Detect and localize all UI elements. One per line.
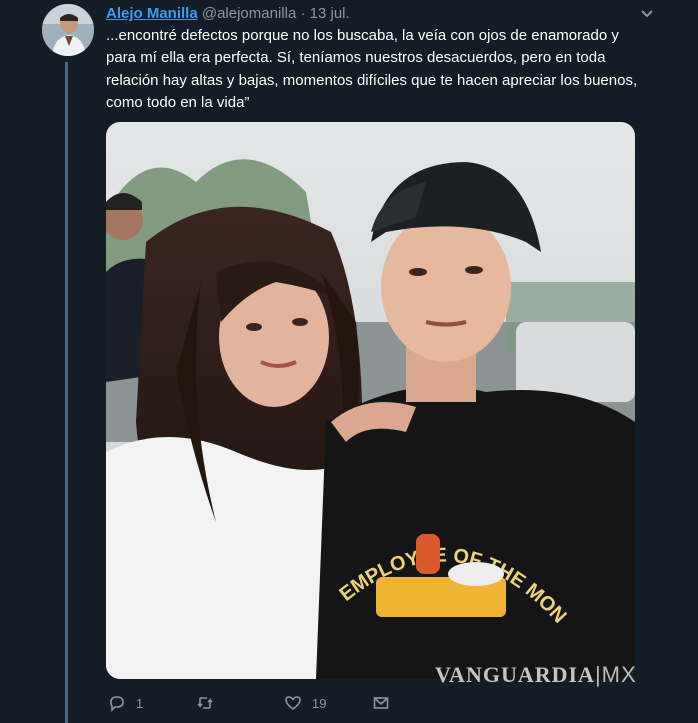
separator: · xyxy=(300,5,306,22)
chevron-down-icon[interactable] xyxy=(638,5,656,23)
watermark-suffix: MX xyxy=(601,662,637,687)
like-icon xyxy=(285,696,301,710)
tweet-photo[interactable]: EMPLOYEE OF THE MONTH xyxy=(106,122,635,679)
tweet-header: Alejo Manilla @alejomanilla · 13 jul. xyxy=(106,5,658,23)
author-name[interactable]: Alejo Manilla xyxy=(106,5,198,22)
retweet-icon xyxy=(197,697,213,709)
watermark: VANGUARDIA|MX xyxy=(435,662,637,687)
dm-button[interactable] xyxy=(372,694,390,712)
reply-button[interactable]: 1 xyxy=(108,694,143,712)
retweet-button[interactable] xyxy=(196,694,224,712)
dm-icon xyxy=(373,697,389,709)
thread-line xyxy=(65,62,68,723)
like-button[interactable]: 19 xyxy=(284,694,326,712)
tweet-text: ...encontré defectos porque no los busca… xyxy=(106,27,638,112)
avatar[interactable] xyxy=(42,4,94,56)
tweet-actions: 1 19 xyxy=(106,694,526,718)
reply-icon xyxy=(110,696,124,712)
author-handle[interactable]: @alejomanilla xyxy=(202,5,296,22)
tweet-date[interactable]: 13 jul. xyxy=(310,5,350,22)
reply-count: 1 xyxy=(136,695,144,711)
watermark-brand: VANGUARDIA xyxy=(435,662,595,687)
like-count: 19 xyxy=(312,695,327,711)
